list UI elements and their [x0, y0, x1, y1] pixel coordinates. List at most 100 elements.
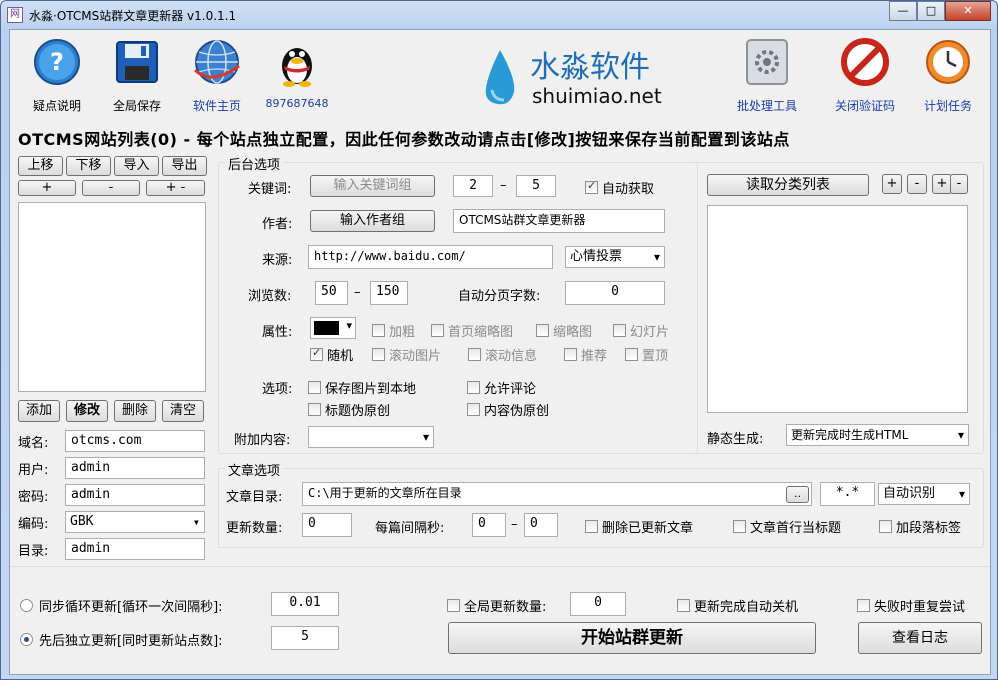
- keyword-dash: –: [500, 178, 507, 193]
- color-picker[interactable]: ▾: [310, 317, 356, 339]
- sync-loop-radio[interactable]: 同步循环更新[循环一次间隔秒]:: [20, 596, 223, 615]
- toolbar-batch[interactable]: 批处理工具: [732, 36, 802, 114]
- category-remove2-button[interactable]: -: [950, 174, 968, 194]
- attr-bold-checkbox[interactable]: 加粗: [372, 321, 415, 340]
- sync-loop-label: 同步循环更新[循环一次间隔秒]:: [39, 600, 223, 615]
- source-input[interactable]: http://www.baidu.com/: [308, 245, 553, 269]
- update-count-input[interactable]: 0: [302, 513, 352, 537]
- global-count-checkbox[interactable]: 全局更新数量:: [447, 596, 546, 615]
- checkbox-icon: [447, 599, 460, 612]
- concurrent-sites-input[interactable]: 5: [271, 626, 339, 650]
- extra-content-select[interactable]: [308, 426, 434, 448]
- checkbox-icon: [857, 599, 870, 612]
- checkbox-icon: [431, 324, 444, 337]
- client-area: ? 疑点说明 全局保存 软件主页 897687648 水淼软件 shuimiao…: [9, 29, 991, 675]
- toolbar-schedule[interactable]: 计划任务: [917, 36, 979, 114]
- keyword-min-input[interactable]: 2: [453, 175, 493, 197]
- minimize-button[interactable]: —: [889, 1, 917, 21]
- save-images-checkbox[interactable]: 保存图片到本地: [308, 378, 416, 397]
- auto-shutdown-label: 更新完成自动关机: [694, 600, 799, 615]
- attr-slide-checkbox[interactable]: 幻灯片: [613, 321, 669, 340]
- password-input[interactable]: admin: [65, 484, 205, 506]
- attr-scroll-image-label: 滚动图片: [389, 349, 442, 364]
- retry-checkbox[interactable]: 失败时重复尝试: [857, 596, 965, 615]
- add-site-button[interactable]: 添加: [18, 400, 60, 422]
- interval-max-input[interactable]: 0: [524, 513, 558, 537]
- auto-page-input[interactable]: 0: [565, 281, 665, 305]
- author-input[interactable]: OTCMS站群文章更新器: [453, 209, 665, 233]
- views-max-input[interactable]: 150: [370, 281, 408, 305]
- delete-updated-checkbox[interactable]: 删除已更新文章: [585, 517, 693, 536]
- keyword-group-button[interactable]: 输入关键词组: [310, 175, 435, 197]
- radio-icon: [20, 599, 33, 612]
- source-select[interactable]: 心情投票: [565, 246, 665, 268]
- file-ext-input[interactable]: *.*: [820, 482, 875, 506]
- category-list[interactable]: [707, 205, 968, 413]
- list-remove-small-button[interactable]: -: [82, 180, 140, 196]
- toolbar-qq[interactable]: 897687648: [262, 36, 332, 110]
- sync-interval-input[interactable]: 0.01: [271, 592, 339, 616]
- article-dir-input[interactable]: C:\用于更新的文章所在目录: [302, 482, 812, 506]
- save-images-label: 保存图片到本地: [325, 382, 417, 397]
- global-count-input[interactable]: 0: [570, 592, 626, 616]
- attr-thumb-checkbox[interactable]: 缩略图: [536, 321, 592, 340]
- import-button[interactable]: 导入: [114, 156, 159, 176]
- view-log-button[interactable]: 查看日志: [858, 622, 982, 654]
- close-button[interactable]: ✕: [945, 1, 991, 21]
- backend-options-group: 后台选项: [218, 154, 698, 454]
- encoding-select[interactable]: GBK: [65, 511, 205, 533]
- toolbar-save[interactable]: 全局保存: [102, 36, 172, 114]
- static-gen-select[interactable]: 更新完成时生成HTML: [786, 424, 969, 446]
- toolbar-homepage[interactable]: 软件主页: [182, 36, 252, 114]
- sequential-radio[interactable]: 先后独立更新[同时更新站点数]:: [20, 630, 223, 649]
- toolbar-captcha-label: 关闭验证码: [834, 99, 895, 113]
- content-pseudo-checkbox[interactable]: 内容伪原创: [467, 400, 549, 419]
- start-update-button[interactable]: 开始站群更新: [448, 622, 816, 654]
- globe-icon: [193, 40, 240, 84]
- article-encoding-select[interactable]: 自动识别: [878, 483, 970, 505]
- move-down-button[interactable]: 下移: [66, 156, 111, 176]
- checkbox-icon: [310, 346, 323, 361]
- delete-site-button[interactable]: 删除: [114, 400, 156, 422]
- author-group-button[interactable]: 输入作者组: [310, 210, 435, 232]
- browse-button[interactable]: ..: [786, 486, 809, 503]
- first-line-title-checkbox[interactable]: 文章首行当标题: [733, 517, 841, 536]
- interval-min-input[interactable]: 0: [472, 513, 506, 537]
- title-pseudo-checkbox[interactable]: 标题伪原创: [308, 400, 390, 419]
- toolbar-batch-label: 批处理工具: [736, 99, 797, 113]
- toolbar-captcha[interactable]: 关闭验证码: [830, 36, 900, 114]
- category-add-button[interactable]: +: [882, 174, 902, 194]
- site-list[interactable]: [18, 202, 206, 392]
- keyword-max-input[interactable]: 5: [516, 175, 556, 197]
- auto-get-label: 自动获取: [602, 182, 655, 197]
- domain-input[interactable]: otcms.com: [65, 430, 205, 452]
- encoding-label: 编码:: [18, 517, 49, 532]
- attr-scroll-image-checkbox[interactable]: 滚动图片: [372, 345, 441, 364]
- user-input[interactable]: admin: [65, 457, 205, 479]
- category-remove-button[interactable]: -: [907, 174, 927, 194]
- move-up-button[interactable]: 上移: [18, 156, 63, 176]
- list-toggle-small-button[interactable]: + -: [146, 180, 205, 196]
- category-add2-button[interactable]: +: [932, 174, 952, 194]
- views-min-input[interactable]: 50: [315, 281, 348, 305]
- maximize-button[interactable]: □: [917, 1, 945, 21]
- source-label: 来源:: [262, 253, 293, 268]
- auto-get-checkbox[interactable]: 自动获取: [585, 178, 654, 197]
- clear-sites-button[interactable]: 清空: [162, 400, 204, 422]
- toolbar-help[interactable]: ? 疑点说明: [22, 36, 92, 114]
- modify-site-button[interactable]: 修改: [66, 400, 108, 422]
- attr-top-checkbox[interactable]: 置顶: [625, 345, 668, 364]
- auto-shutdown-checkbox[interactable]: 更新完成自动关机: [677, 596, 798, 615]
- attr-recommend-checkbox[interactable]: 推荐: [564, 345, 607, 364]
- attr-scroll-info-checkbox[interactable]: 滚动信息: [468, 345, 537, 364]
- export-button[interactable]: 导出: [162, 156, 207, 176]
- read-category-button[interactable]: 读取分类列表: [707, 174, 869, 196]
- para-tags-checkbox[interactable]: 加段落标签: [879, 517, 961, 536]
- directory-input[interactable]: admin: [65, 538, 205, 560]
- list-add-small-button[interactable]: +: [18, 180, 76, 196]
- allow-comments-checkbox[interactable]: 允许评论: [467, 378, 536, 397]
- attribute-label: 属性:: [262, 325, 293, 340]
- attr-home-thumb-checkbox[interactable]: 首页缩略图: [431, 321, 513, 340]
- toolbar-homepage-label: 软件主页: [192, 99, 241, 113]
- attr-random-checkbox[interactable]: 随机: [310, 345, 353, 364]
